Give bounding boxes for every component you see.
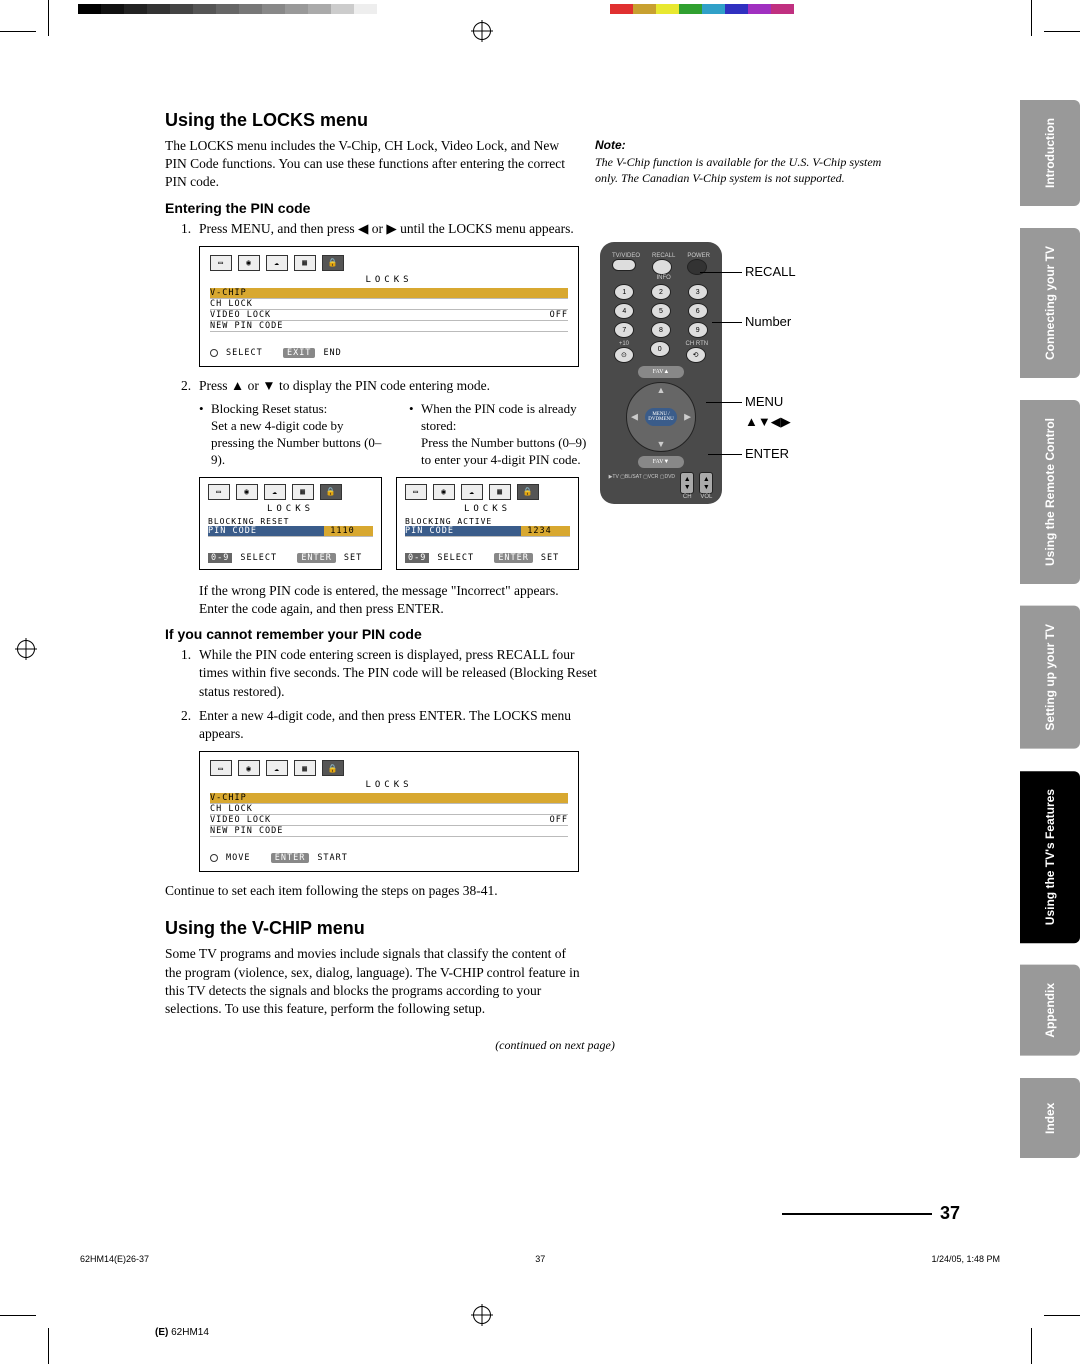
forgot-step-2: 2. Enter a new 4-digit code, and then pr…: [181, 707, 865, 743]
chapter-tabs: Introduction Connecting your TV Using the …: [1020, 100, 1080, 1180]
locks-heading: Using the LOCKS menu: [165, 110, 865, 131]
forgot-step-1: 1. While the PIN code entering screen is…: [181, 646, 865, 701]
print-marks: [0, 0, 1080, 42]
callout-number: Number: [745, 314, 791, 329]
remote-body: TV/VIDEO RECALLINFO POWER 123 456 789 +1…: [600, 242, 722, 504]
locks-intro: The LOCKS menu includes the V-Chip, CH L…: [165, 137, 580, 192]
chapter-tab: Appendix: [1020, 965, 1080, 1056]
osd-locks-menu-1: ▭◉☁▦🔒LOCKSV-CHIPCH LOCKVIDEO LOCKOFFNEW …: [199, 246, 579, 367]
chapter-tab: Setting up your TV: [1020, 606, 1080, 749]
continued-indicator: (continued on next page): [245, 1038, 865, 1053]
page-number: 37: [782, 1203, 960, 1224]
vchip-intro: Some TV programs and movies include sign…: [165, 945, 580, 1018]
chapter-tab: Index: [1020, 1078, 1080, 1158]
step-1: 1. Press MENU, and then press ◀ or ▶ unt…: [181, 220, 865, 238]
osd-blocking-reset: ▭◉☁▦🔒LOCKSBLOCKING RESETPIN CODE1110 0-9…: [199, 477, 382, 570]
entering-pin-heading: Entering the PIN code: [165, 200, 865, 216]
forgot-pin-heading: If you cannot remember your PIN code: [165, 626, 865, 642]
continue-text: Continue to set each item following the …: [165, 882, 865, 900]
footer-meta: 62HM14(E)26-37 37 1/24/05, 1:48 PM: [80, 1254, 1000, 1264]
remote-diagram: TV/VIDEO RECALLINFO POWER 123 456 789 +1…: [600, 242, 900, 504]
callout-enter: ENTER: [745, 446, 789, 461]
callout-arrows: ▲▼◀▶: [745, 414, 791, 430]
chapter-tab: Using the TV's Features: [1020, 771, 1080, 943]
osd-locks-menu-2: ▭◉☁▦🔒LOCKSV-CHIPCH LOCKVIDEO LOCKOFFNEW …: [199, 751, 579, 872]
vchip-note: Note: The V-Chip function is available f…: [595, 138, 895, 186]
chapter-tab: Using the Remote Control: [1020, 400, 1080, 584]
callout-menu: MENU: [745, 394, 783, 409]
bottom-code: (E) 62HM14: [155, 1327, 209, 1338]
chapter-tab: Connecting your TV: [1020, 228, 1080, 378]
vchip-heading: Using the V-CHIP menu: [165, 918, 865, 939]
osd-blocking-active: ▭◉☁▦🔒LOCKSBLOCKING ACTIVEPIN CODE1234 0-…: [396, 477, 579, 570]
chapter-tab: Introduction: [1020, 100, 1080, 206]
step2-bullets: •Blocking Reset status: Set a new 4-digi…: [199, 401, 599, 469]
callout-recall: RECALL: [745, 264, 796, 279]
incorrect-note: If the wrong PIN code is entered, the me…: [199, 582, 579, 618]
